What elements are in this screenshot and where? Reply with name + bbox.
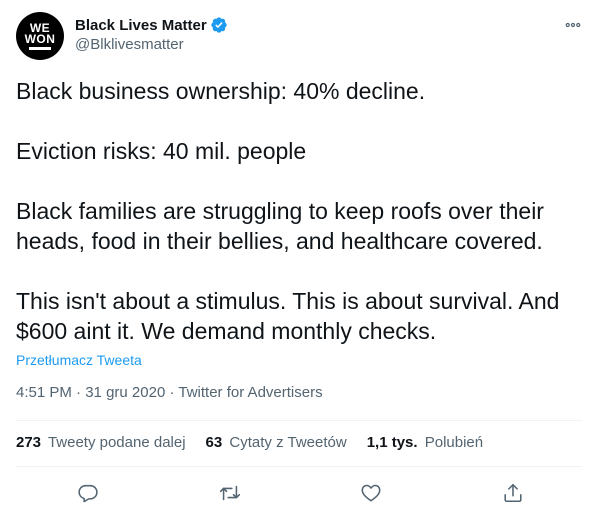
divider [16,420,582,421]
quotes-label: Cytaty z Tweetów [229,434,347,451]
tweet-paragraph: Eviction risks: 40 mil. people [16,138,307,164]
like-icon[interactable] [360,482,382,504]
tweet-paragraph: Black business ownership: 40% decline. [16,78,426,104]
translate-tweet-link[interactable]: Przetłumacz Tweeta [16,352,142,368]
quotes-count: 63 [205,434,223,451]
more-options-icon[interactable] [564,16,582,34]
tweet-time[interactable]: 4:51 PM [16,384,72,401]
quotes-stat[interactable]: 63 Cytaty z Tweetów [206,434,347,451]
likes-label: Polubień [424,434,484,451]
meta-separator: · [169,384,175,401]
reply-icon[interactable] [77,482,99,504]
tweet-date[interactable]: 31 gru 2020 [85,384,165,401]
avatar[interactable]: WE WON [16,12,64,60]
display-name[interactable]: Black Lives Matter [75,17,207,34]
tweet-paragraph: This isn't about a stimulus. This is abo… [16,288,566,344]
display-name-row: Black Lives Matter [75,15,228,35]
tweet-card: WE WON Black Lives Matter @Blklivesmatte… [0,0,598,517]
tweet-header: WE WON Black Lives Matter @Blklivesmatte… [16,12,582,60]
divider [16,466,582,467]
likes-stat[interactable]: 1,1 tys. Polubień [367,434,483,451]
author-info[interactable]: Black Lives Matter @Blklivesmatter [75,15,228,53]
tweet-metadata: 4:51 PM · 31 gru 2020 · Twitter for Adve… [16,384,323,401]
avatar-divider [29,46,51,50]
tweet-text: Black business ownership: 40% decline. E… [16,76,582,346]
author-handle[interactable]: @Blklivesmatter [75,36,228,53]
retweets-count: 273 [16,434,42,451]
share-icon[interactable] [502,482,524,504]
meta-separator: · [76,384,82,401]
retweets-stat[interactable]: 273 Tweety podane dalej [16,434,186,451]
tweet-paragraph: Black families are struggling to keep ro… [16,198,551,254]
verified-badge-icon [210,16,228,34]
likes-count: 1,1 tys. [366,434,418,451]
retweets-label: Tweety podane dalej [47,434,186,451]
tweet-stats: 273 Tweety podane dalej 63 Cytaty z Twee… [16,434,503,451]
tweet-source[interactable]: Twitter for Advertisers [178,384,322,401]
retweet-icon[interactable] [219,482,241,504]
avatar-text-won: WON [24,31,56,46]
tweet-actions [0,478,598,508]
